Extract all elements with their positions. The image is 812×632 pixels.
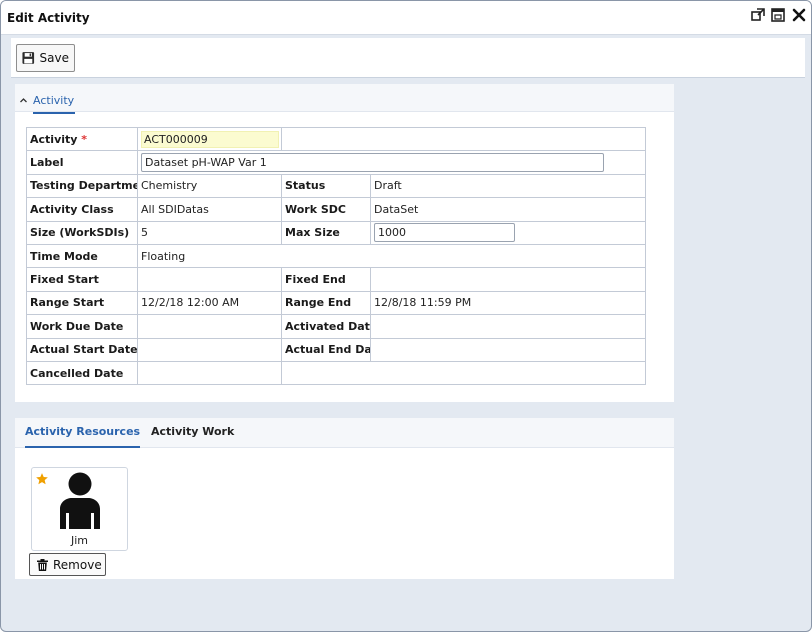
max-size-input[interactable]: 1000 [374,223,515,243]
tab-activity-resources[interactable]: Activity Resources [25,418,141,448]
required-marker: * [81,132,88,146]
label-input[interactable]: Dataset pH-WAP Var 1 [141,153,604,173]
testing-department-value: Chemistry [137,173,282,199]
window-title: Edit Activity [7,11,90,25]
fixed-end-value[interactable] [370,267,646,292]
form-row: Label Dataset pH-WAP Var 1 [26,150,646,175]
size-label: Size (WorkSDIs) [26,220,138,245]
form-row: Fixed Start Fixed End [26,267,646,292]
close-icon[interactable] [790,6,808,24]
testing-department-label: Testing Department [26,173,138,199]
form-row: Activity * ACT000009 [26,126,646,152]
toolbar: Save [11,38,805,78]
remove-label: Remove [53,557,102,572]
person-icon [60,472,100,529]
resources-panel: Activity Resources Activity Work Jim Rem… [15,418,674,579]
resource-card[interactable]: Jim [31,467,128,551]
form-row: Actual Start Date Actual End Date [26,337,646,362]
activity-section-header: Activity [15,84,674,114]
range-start-label: Range Start [26,290,138,316]
title-bar: Edit Activity [1,1,811,35]
time-mode-value: Floating [137,243,646,269]
chevron-up-icon [20,97,27,102]
range-end-label: Range End [281,290,371,316]
actual-start-date-label: Actual Start Date [26,337,138,362]
fixed-end-label: Fixed End [281,267,371,292]
activity-field-label: Activity * [26,126,138,152]
activity-id-field[interactable]: ACT000009 [141,130,279,148]
actual-start-date-value [137,337,282,362]
max-size-label: Max Size [281,220,371,245]
actual-end-date-value [370,337,646,362]
form-row: Range Start 12/2/18 12:00 AM Range End 1… [26,290,646,316]
activity-class-value: All SDIDatas [137,197,282,222]
empty-cell [281,126,646,152]
label-cell: Dataset pH-WAP Var 1 [137,150,646,175]
cancelled-date-value [137,360,282,386]
remove-button[interactable]: Remove [29,553,106,576]
floppy-disk-icon [22,52,35,64]
range-start-value: 12/2/18 12:00 AM [137,290,282,316]
work-due-date-label: Work Due Date [26,314,138,339]
activated-date-value [370,314,646,339]
activity-form: Activity * ACT000009 Label Dataset pH-WA… [26,126,646,386]
range-end-value: 12/8/18 11:59 PM [370,290,646,316]
activity-id-cell: ACT000009 [137,126,282,152]
activated-date-label: Activated Date [281,314,371,339]
form-row: Cancelled Date [26,360,646,386]
form-row: Work Due Date Activated Date [26,314,646,339]
status-value: Draft [370,173,646,199]
activity-section-label: Activity [33,93,75,107]
label-field-label: Label [26,150,138,175]
status-label: Status [281,173,371,199]
popout-icon[interactable] [749,6,767,24]
resource-name: Jim [70,534,88,547]
activity-section-toggle[interactable]: Activity [19,89,75,114]
fixed-start-value[interactable] [137,267,282,292]
activity-class-label: Activity Class [26,197,138,222]
empty-cell [281,360,646,386]
time-mode-label: Time Mode [26,243,138,269]
tab-activity-work[interactable]: Activity Work [151,418,234,448]
fixed-start-label: Fixed Start [26,267,138,292]
size-value: 5 [137,220,282,245]
work-due-date-value[interactable] [137,314,282,339]
trash-icon [37,558,48,571]
save-button[interactable]: Save [16,44,75,72]
edit-activity-window: Edit Activity Save Activity Activity * A… [0,0,812,632]
form-row: Time Mode Floating [26,243,646,269]
cancelled-date-label: Cancelled Date [26,360,138,386]
max-size-cell: 1000 [370,220,646,245]
save-label: Save [39,51,69,65]
actual-end-date-label: Actual End Date [281,337,371,362]
form-row: Activity Class All SDIDatas Work SDC Dat… [26,197,646,222]
activity-panel: Activity Activity * ACT000009 Label Data… [15,84,674,402]
star-icon [36,473,48,485]
form-row: Size (WorkSDIs) 5 Max Size 1000 [26,220,646,245]
form-row: Testing Department Chemistry Status Draf… [26,173,646,199]
maximize-icon[interactable] [769,6,787,24]
resources-tab-bar: Activity Resources Activity Work [15,418,674,448]
work-sdc-value: DataSet [370,197,646,222]
work-sdc-label: Work SDC [281,197,371,222]
